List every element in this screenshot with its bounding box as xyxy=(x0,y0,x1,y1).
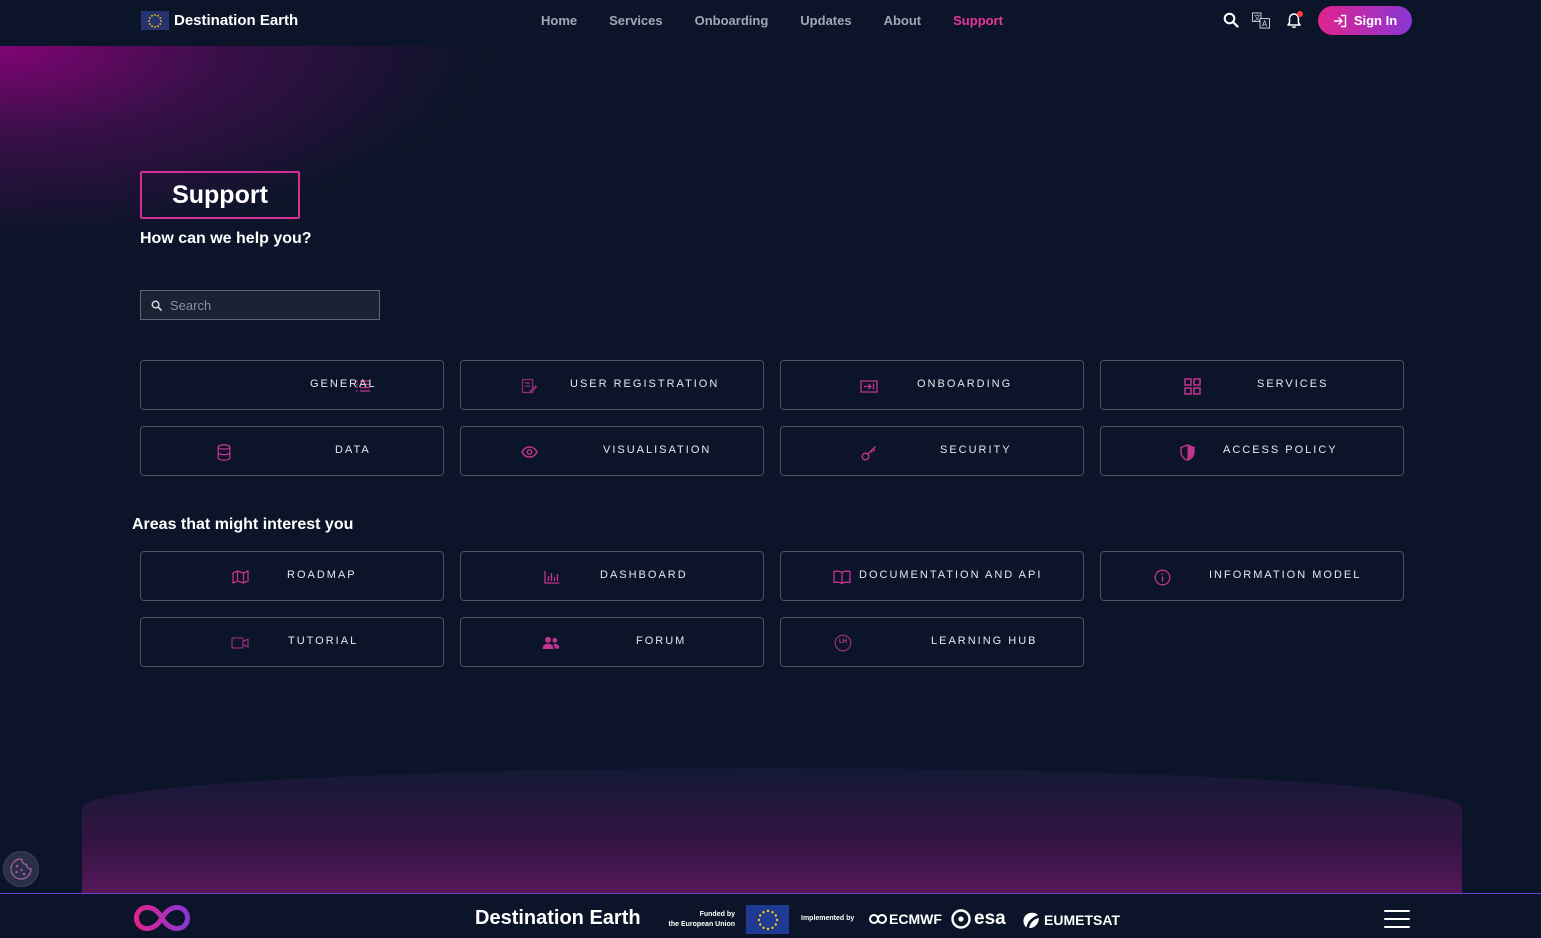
category-label: USER REGISTRATION xyxy=(570,378,720,390)
ecmwf-icon xyxy=(869,914,887,924)
funded-by-text: Funded by the European Union xyxy=(662,910,736,930)
database-icon xyxy=(215,443,233,461)
category-label: DATA xyxy=(335,444,371,456)
hamburger-menu-icon[interactable] xyxy=(1384,910,1410,928)
top-header: Destination Earth Home Services Onboardi… xyxy=(0,0,1541,46)
nav-onboarding[interactable]: Onboarding xyxy=(695,13,769,28)
info-icon xyxy=(1153,568,1171,586)
area-roadmap[interactable]: ROADMAP xyxy=(140,551,444,601)
category-onboarding[interactable]: ONBOARDING xyxy=(780,360,1084,410)
area-label: INFORMATION MODEL xyxy=(1209,569,1362,581)
category-data[interactable]: DATA xyxy=(140,426,444,476)
area-label: DASHBOARD xyxy=(600,569,688,581)
nav-services[interactable]: Services xyxy=(609,13,663,28)
category-security[interactable]: SECURITY xyxy=(780,426,1084,476)
area-tutorial[interactable]: TUTORIAL xyxy=(140,617,444,667)
area-dashboard[interactable]: DASHBOARD xyxy=(460,551,764,601)
areas-title: Areas that might interest you xyxy=(132,516,354,533)
area-information-model[interactable]: INFORMATION MODEL xyxy=(1100,551,1404,601)
nav-about[interactable]: About xyxy=(884,13,922,28)
category-label: SERVICES xyxy=(1257,378,1329,390)
brand-name: Destination Earth xyxy=(174,12,299,29)
nav-updates[interactable]: Updates xyxy=(800,13,851,28)
area-label: TUTORIAL xyxy=(288,635,359,647)
eu-flag-icon xyxy=(746,905,789,934)
area-label: ROADMAP xyxy=(287,569,357,581)
grid-icon xyxy=(1183,377,1201,395)
search-icon[interactable] xyxy=(1222,11,1240,29)
sign-in-label: Sign In xyxy=(1353,13,1398,28)
key-icon xyxy=(860,443,878,461)
category-label: ACCESS POLICY xyxy=(1223,444,1338,456)
footer-brand: Destination Earth xyxy=(475,907,641,929)
learning-hub-icon: LH xyxy=(834,634,852,652)
implemented-by-text: Implemented by xyxy=(801,915,855,922)
area-label: FORUM xyxy=(636,635,687,647)
form-edit-icon xyxy=(520,377,538,395)
search-input[interactable] xyxy=(168,296,372,314)
category-label: SECURITY xyxy=(940,444,1012,456)
category-label: GENERAL xyxy=(310,378,377,390)
shield-icon xyxy=(1178,443,1196,461)
login-box-icon xyxy=(860,377,878,395)
eumetsat-label: EUMETSAT xyxy=(1044,912,1120,928)
eumetsat-logo[interactable]: EUMETSAT xyxy=(1022,911,1120,929)
cookie-icon xyxy=(10,858,32,880)
footer: Destination Earth Funded by the European… xyxy=(0,893,1541,938)
category-services[interactable]: SERVICES xyxy=(1100,360,1404,410)
ecmwf-logo[interactable]: ECMWF xyxy=(869,911,942,927)
page-subtitle: How can we help you? xyxy=(140,230,312,247)
area-label: LEARNING HUB xyxy=(931,635,1038,647)
translate-icon[interactable]: 文A xyxy=(1252,11,1270,29)
ecmwf-label: ECMWF xyxy=(889,911,942,927)
destine-infinity-logo[interactable] xyxy=(133,904,191,937)
search-icon xyxy=(151,300,162,311)
brand-logo[interactable]: Destination Earth xyxy=(141,11,298,30)
sign-in-button[interactable]: Sign In xyxy=(1318,6,1412,35)
category-user-registration[interactable]: USER REGISTRATION xyxy=(460,360,764,410)
funded-line-2: the European Union xyxy=(668,921,736,928)
video-icon xyxy=(231,634,249,652)
learning-hub-badge: LH xyxy=(839,639,847,645)
esa-label: esa xyxy=(974,908,1006,929)
book-icon xyxy=(833,568,851,586)
area-forum[interactable]: FORUM xyxy=(460,617,764,667)
nav-home[interactable]: Home xyxy=(541,13,577,28)
area-label: DOCUMENTATION AND API xyxy=(859,569,1043,581)
category-general[interactable]: GENERAL xyxy=(140,360,444,410)
eumetsat-icon xyxy=(1023,912,1039,929)
svg-text:A: A xyxy=(1262,19,1268,28)
main-nav: Home Services Onboarding Updates About S… xyxy=(541,13,1003,28)
bar-chart-icon xyxy=(543,568,561,586)
page-title: Support xyxy=(140,171,300,219)
esa-logo[interactable]: esa xyxy=(951,908,1006,930)
category-label: ONBOARDING xyxy=(917,378,1013,390)
category-visualisation[interactable]: VISUALISATION xyxy=(460,426,764,476)
map-icon xyxy=(231,568,249,586)
area-documentation-api[interactable]: DOCUMENTATION AND API xyxy=(780,551,1084,601)
eu-flag-icon xyxy=(141,11,169,30)
eye-icon xyxy=(520,443,538,461)
category-label: VISUALISATION xyxy=(603,444,712,456)
search-box xyxy=(140,290,380,320)
bell-icon[interactable] xyxy=(1285,11,1303,29)
notification-dot xyxy=(1297,11,1303,17)
esa-icon xyxy=(951,909,971,929)
funded-line-1: Funded by xyxy=(699,911,735,918)
cookie-settings-button[interactable] xyxy=(3,851,39,887)
users-icon xyxy=(542,634,560,652)
nav-support[interactable]: Support xyxy=(953,13,1003,28)
area-learning-hub[interactable]: LH LEARNING HUB xyxy=(780,617,1084,667)
category-access-policy[interactable]: ACCESS POLICY xyxy=(1100,426,1404,476)
sign-in-icon xyxy=(1333,14,1347,27)
